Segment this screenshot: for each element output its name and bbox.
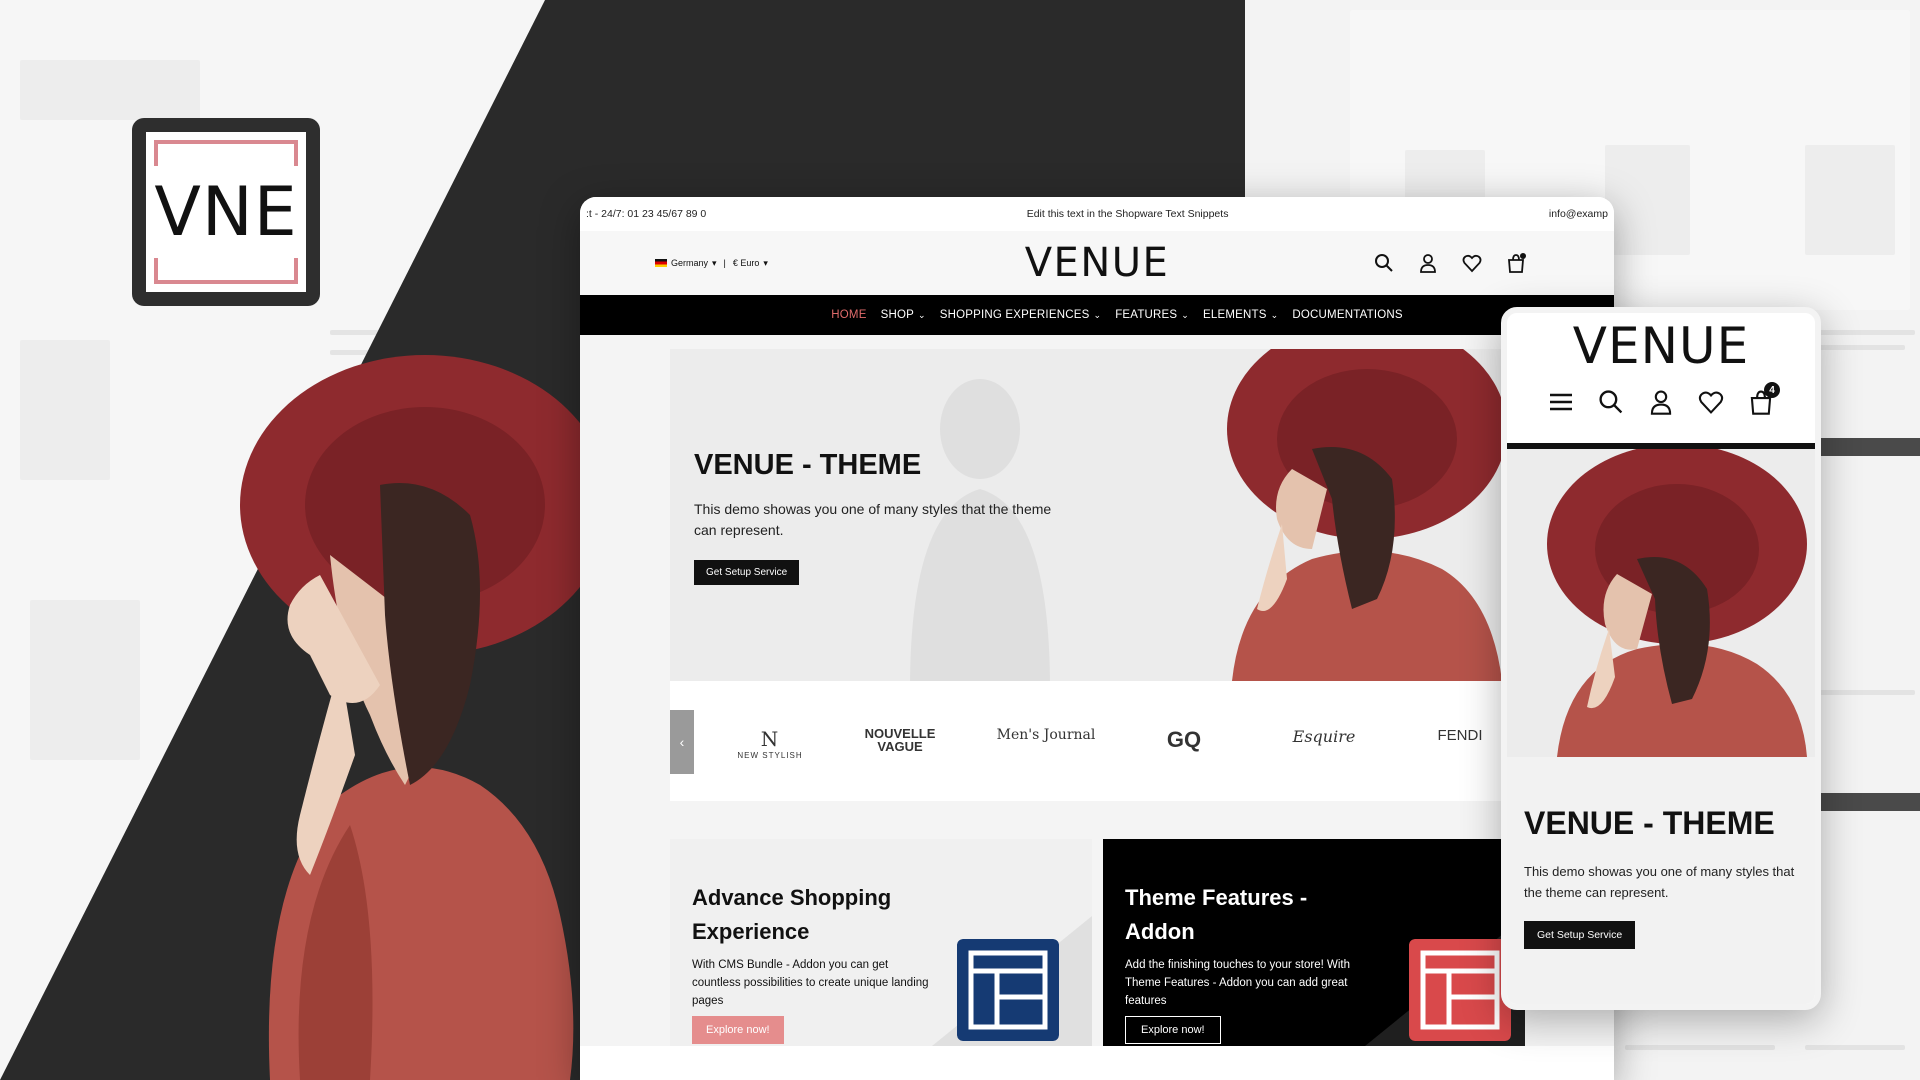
chevron-down-icon: ⌄ — [1181, 309, 1190, 320]
explore-now-button[interactable]: Explore now! — [692, 1016, 784, 1044]
card-title: Theme Features - Addon — [1125, 885, 1308, 944]
hero-model-image — [1227, 349, 1502, 681]
account-icon[interactable] — [1418, 253, 1438, 273]
brand-logo-mens-journal[interactable]: Men's Journal — [986, 727, 1106, 743]
main-navigation: HOME SHOP ⌄ SHOPPING EXPERIENCES ⌄ FEATURE… — [580, 295, 1614, 335]
slider-prev-button[interactable]: ‹ — [670, 710, 694, 774]
get-setup-service-button[interactable]: Get Setup Service — [694, 560, 800, 585]
brand-logo[interactable]: VENUE — [1025, 240, 1170, 286]
locale-switcher[interactable]: Germany ▾ | € Euro ▾ — [655, 258, 768, 269]
menu-icon[interactable] — [1548, 389, 1574, 415]
account-icon[interactable] — [1648, 389, 1674, 415]
hero-description: This demo showas you one of many styles … — [694, 501, 1052, 538]
chevron-down-icon: ⌄ — [1270, 309, 1279, 320]
vne-logo-badge: VNE — [132, 118, 320, 306]
mobile-header-icons: 4 — [1507, 382, 1815, 419]
nav-item-home[interactable]: HOME — [831, 309, 866, 321]
advance-shopping-card: Advance Shopping Experience With CMS Bun… — [670, 839, 1092, 1046]
search-icon[interactable] — [1598, 389, 1624, 415]
chevron-down-icon: ⌄ — [917, 309, 926, 320]
nav-item-shopping-experiences[interactable]: SHOPPING EXPERIENCES ⌄ — [940, 309, 1101, 321]
chevron-down-icon: ⌄ — [1093, 309, 1102, 320]
contact-email[interactable]: info@examp — [1549, 208, 1608, 220]
hero-banner: VENUE - THEME This demo showas you one o… — [670, 349, 1502, 681]
nav-item-elements[interactable]: ELEMENTS ⌄ — [1203, 309, 1278, 321]
desktop-browser-mockup: :t - 24/7: 01 23 45/67 89 0 Edit this te… — [580, 197, 1614, 1080]
nav-item-documentations[interactable]: DOCUMENTATIONS — [1292, 309, 1402, 321]
cart-count-badge: 4 — [1764, 382, 1780, 398]
nav-item-shop[interactable]: SHOP ⌄ — [881, 309, 926, 321]
explore-now-button[interactable]: Explore now! — [1125, 1016, 1221, 1044]
card-description: With CMS Bundle - Addon you can get coun… — [692, 959, 929, 1007]
search-icon[interactable] — [1374, 253, 1394, 273]
theme-features-card: Theme Features - Addon Add the finishing… — [1103, 839, 1525, 1046]
mobile-hero-image — [1507, 449, 1815, 757]
card-title: Advance Shopping Experience — [692, 885, 892, 944]
top-info-bar: :t - 24/7: 01 23 45/67 89 0 Edit this te… — [580, 197, 1614, 231]
cart-icon[interactable] — [1506, 253, 1526, 273]
topbar-snippet-text: Edit this text in the Shopware Text Snip… — [1026, 208, 1229, 220]
layout-block-icon — [1409, 939, 1511, 1041]
brand-logo-new-stylish[interactable]: N NEW STYLISH — [710, 727, 830, 760]
logo-text: VNE — [154, 172, 298, 252]
mobile-hero-content: VENUE - THEME This demo showas you one o… — [1507, 757, 1815, 1004]
contact-phone: :t - 24/7: 01 23 45/67 89 0 — [586, 208, 707, 220]
brand-logo-esquire[interactable]: Esquire — [1264, 727, 1384, 746]
language-select[interactable]: Germany — [671, 258, 708, 268]
card-description: Add the finishing touches to your store!… — [1125, 959, 1351, 1007]
mobile-phone-mockup: VENUE 4 VENUE - THEME This demo showas y… — [1501, 307, 1821, 1010]
mobile-hero-description: This demo showas you one of many styles … — [1524, 864, 1795, 900]
currency-select[interactable]: € Euro — [733, 258, 760, 268]
get-setup-service-button[interactable]: Get Setup Service — [1524, 921, 1636, 949]
brand-logo-gq[interactable]: GQ — [1124, 727, 1244, 753]
germany-flag-icon — [655, 259, 667, 267]
brand-logo-nouvelle-vague[interactable]: NOUVELLE VAGUE — [850, 727, 950, 753]
cart-button[interactable]: 4 — [1748, 382, 1780, 415]
hero-title: VENUE - THEME — [694, 449, 922, 481]
wishlist-icon[interactable] — [1698, 389, 1724, 415]
page-content: VENUE - THEME This demo showas you one o… — [580, 335, 1614, 1046]
mobile-hero-title: VENUE - THEME — [1524, 805, 1775, 841]
mobile-brand-logo[interactable]: VENUE — [1507, 313, 1815, 375]
brand-slider: ‹ N NEW STYLISH NOUVELLE VAGUE Men's Jour… — [670, 681, 1502, 801]
wishlist-icon[interactable] — [1462, 253, 1482, 273]
mobile-model-image — [1507, 449, 1815, 757]
layout-block-icon — [957, 939, 1059, 1041]
model-figure-image — [240, 355, 610, 1080]
nav-item-features[interactable]: FEATURES ⌄ — [1115, 309, 1189, 321]
site-header: Germany ▾ | € Euro ▾ VENUE — [580, 231, 1614, 295]
